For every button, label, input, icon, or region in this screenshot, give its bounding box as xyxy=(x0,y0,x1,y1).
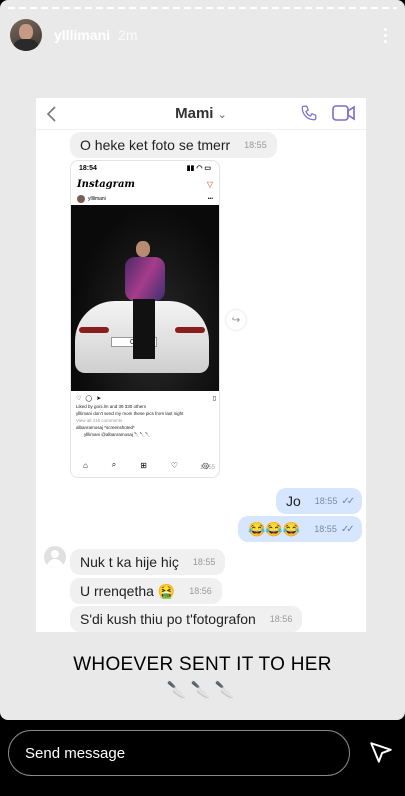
post-photo: 01 xyxy=(71,205,219,391)
share-icon: ↪ xyxy=(226,310,246,330)
likes-text: Liked by goni.lm and 39 330 others xyxy=(76,404,147,409)
sender-avatar xyxy=(44,546,66,568)
video-call-icon xyxy=(332,105,355,121)
knife-emoji: 🔪🔪🔪 xyxy=(166,682,239,699)
comment-icon: ◯ xyxy=(85,395,93,402)
direct-icon: ▽ xyxy=(206,179,213,189)
post-user: ylllimani ••• xyxy=(71,193,219,205)
story-time: 2m xyxy=(118,27,138,43)
add-icon: ⊞ xyxy=(140,460,147,470)
message-incoming: S'di kush thiu po t'fotografon 18:56 xyxy=(70,606,303,632)
share-post-icon: ➤ xyxy=(96,395,102,402)
chat-header: Mami ⌄ xyxy=(36,98,366,130)
chat-screenshot: Mami ⌄ O heke ket foto se tmerr 18:55 18:… xyxy=(36,98,366,632)
screenshot-time: 18:55 xyxy=(199,465,215,471)
send-message-placeholder: Send message xyxy=(25,744,126,762)
instagram-screenshot: 18:54▮▮ ◠ ▭ Instagram ▽ ylllimani••• 01 … xyxy=(70,160,220,478)
heart-icon: ♡ xyxy=(76,395,82,402)
comments-link: View all 415 comments xyxy=(76,418,123,423)
phone-icon xyxy=(301,105,317,121)
story-frame: ylllimani 2m Mami ⌄ O heke ket foto se t… xyxy=(0,0,405,720)
search-icon: ⌕ xyxy=(111,460,117,469)
post-caption: ylllimani don't send my mom these pics f… xyxy=(76,411,184,416)
story-caption: WHOEVER SENT IT TO HER xyxy=(73,654,332,675)
story-username[interactable]: ylllimani xyxy=(54,27,110,43)
post-actions: ♡ ◯ ➤ ▯ Liked by goni.lm and 39 330 others … xyxy=(71,393,219,438)
instagram-nav-bar: ⌂ ⌕ ⊞ ♡ ◎ xyxy=(71,457,219,473)
comment: albanramosaj *screenshoted* xyxy=(76,425,135,430)
message-incoming: Nuk t ka hije hiç 18:55 xyxy=(70,549,226,575)
message-incoming: U rrenqetha 🤮 18:56 xyxy=(70,578,222,604)
story-header: ylllimani 2m xyxy=(10,18,395,52)
instagram-top-bar: Instagram ▽ xyxy=(77,178,213,190)
status-bar: 18:54 ▮▮ ◠ ▭ xyxy=(79,164,211,173)
send-message-input[interactable]: Send message xyxy=(8,730,350,776)
home-icon: ⌂ xyxy=(82,460,88,470)
person xyxy=(123,241,165,371)
activity-icon: ♡ xyxy=(170,460,179,470)
comment: ylllimani @albanramosaj 🔪🔪🔪 xyxy=(84,432,151,437)
message-outgoing: 😂😂😂 18:55 ✓✓ xyxy=(238,516,362,542)
story-progress-bar xyxy=(8,7,397,9)
avatar[interactable] xyxy=(10,19,42,51)
message-incoming: O heke ket foto se tmerr 18:55 xyxy=(70,132,277,158)
more-icon[interactable] xyxy=(375,25,395,45)
message-outgoing: Jo 18:55 ✓✓ xyxy=(276,488,363,514)
bookmark-icon: ▯ xyxy=(212,395,216,402)
send-icon[interactable] xyxy=(368,740,394,766)
